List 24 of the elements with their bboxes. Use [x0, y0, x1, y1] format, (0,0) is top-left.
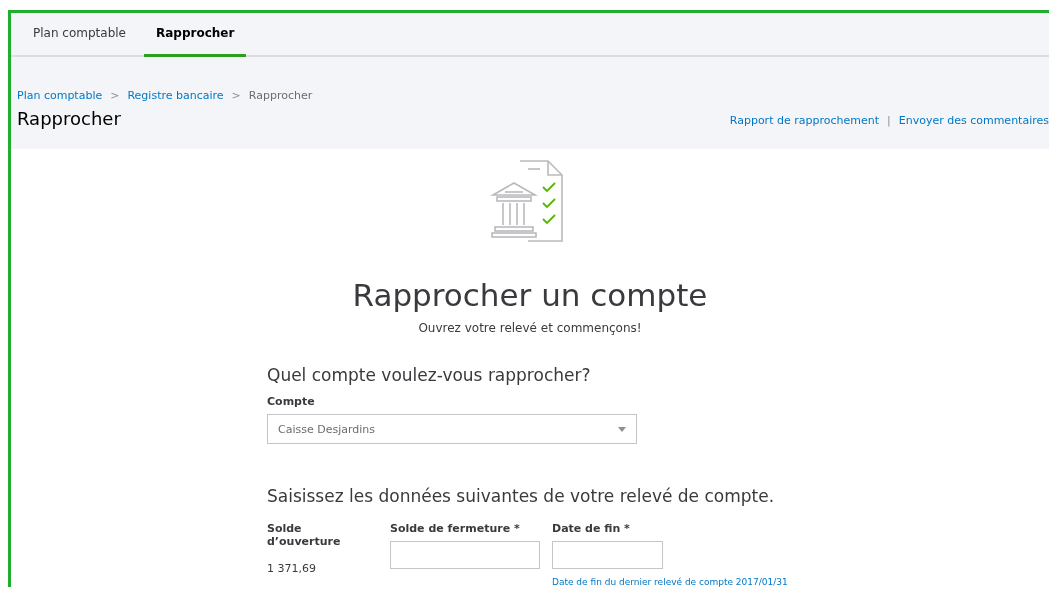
date-field[interactable]	[552, 541, 663, 569]
field-label: Solde de fermeture *	[390, 522, 521, 535]
hero-title: Rapprocher un compte	[352, 277, 708, 313]
section-heading: Saisissez les données suivantes de votre relevé de compte.	[267, 486, 776, 506]
input-field[interactable]	[390, 541, 540, 569]
breadcrumb-separator: >	[231, 89, 241, 102]
hero-subtitle: Ouvrez votre relevé et commençons!	[418, 321, 642, 335]
page-title: Rapprocher	[17, 108, 122, 129]
link-separator: |	[887, 114, 891, 127]
breadcrumb-link[interactable]: Registre bancaire	[127, 89, 224, 102]
breadcrumb-link[interactable]: Plan comptable	[17, 89, 103, 102]
field-hint: Date de fin du dernier relevé de compte 2017/01/31	[552, 577, 788, 587]
field-label: Compte	[267, 395, 316, 408]
caret-icon	[618, 426, 626, 432]
header-link[interactable]: Rapport de rapprochement	[729, 114, 879, 127]
section-heading: Quel compte voulez-vous rapprocher?	[267, 365, 592, 385]
tab[interactable]: Plan comptable	[21, 13, 138, 57]
field-label: Solde d’ouverture	[267, 522, 342, 548]
field-label: Date de fin *	[552, 522, 631, 535]
breadcrumb-separator: >	[110, 89, 120, 102]
account-dropdown[interactable]: Caisse Desjardins	[267, 414, 637, 444]
opening-balance-value: 1 371,69	[267, 562, 317, 575]
breadcrumb-current: Rapprocher	[248, 89, 313, 102]
header-link[interactable]: Envoyer des commentaires	[898, 114, 1049, 127]
